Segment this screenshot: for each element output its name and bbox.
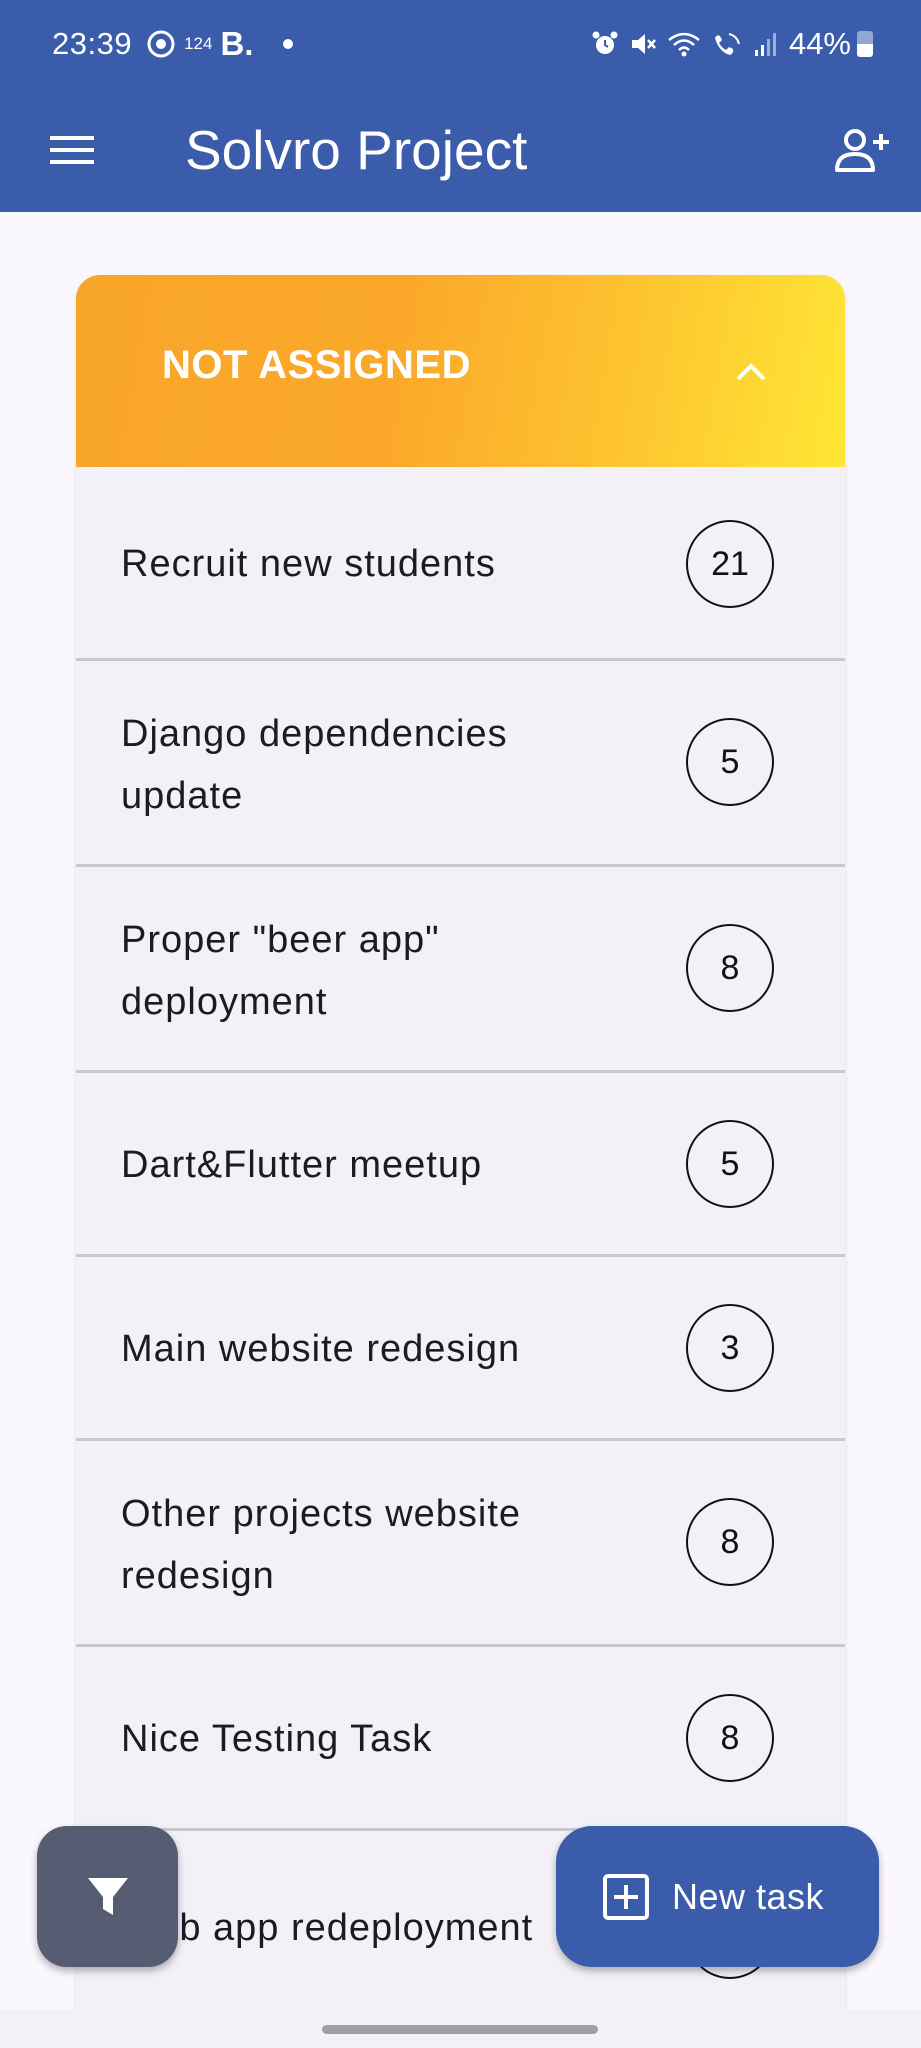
new-task-label: New task (672, 1875, 825, 1917)
status-time: 23:39 (52, 26, 133, 61)
task-points-badge: 8 (686, 1694, 774, 1782)
signal-icon (754, 33, 776, 56)
task-section-card: NOT ASSIGNED Recruit new students 21 Dja… (76, 275, 845, 2035)
section-title: NOT ASSIGNED (162, 343, 471, 387)
menu-button[interactable] (30, 118, 114, 182)
task-title: Django dependencies update (121, 713, 508, 817)
new-task-button[interactable]: New task (556, 1826, 879, 1967)
task-points-badge: 8 (686, 1498, 774, 1586)
wechat-icon (147, 30, 175, 58)
task-points-badge: 3 (686, 1304, 774, 1392)
status-b-icon: B. (220, 25, 254, 62)
app-bar: Solvro Project (0, 88, 921, 212)
task-row[interactable]: Main website redesign 3 (76, 1257, 845, 1441)
page-title: Solvro Project (185, 119, 528, 181)
wifi-icon (668, 32, 700, 57)
filter-icon (87, 1877, 128, 1915)
status-bar: 23:39 124 B. 44% (0, 0, 921, 88)
person-add-icon (835, 129, 889, 172)
menu-icon (50, 136, 94, 164)
chevron-up-icon (736, 363, 766, 381)
collapse-button[interactable] (716, 337, 786, 407)
notification-dot-icon (283, 39, 294, 49)
task-title: Dart&Flutter meetup (121, 1144, 483, 1186)
task-row[interactable]: Nice Testing Task 8 (76, 1647, 845, 1831)
task-points-badge: 8 (686, 924, 774, 1012)
task-title: Main website redesign (121, 1328, 521, 1370)
home-indicator[interactable] (322, 2025, 598, 2034)
task-row[interactable]: Proper "beer app" deployment 8 (76, 867, 845, 1073)
status-small-text: 124 (184, 34, 213, 53)
add-box-icon (603, 1873, 649, 1920)
task-row[interactable]: Django dependencies update 5 (76, 661, 845, 867)
filter-button[interactable] (37, 1826, 178, 1967)
task-points-badge: 5 (686, 718, 774, 806)
task-list: Recruit new students 21 Django dependenc… (76, 467, 845, 2031)
task-row[interactable]: Dart&Flutter meetup 5 (76, 1073, 845, 1257)
battery-percent: 44% (788, 26, 851, 61)
task-points-badge: 5 (686, 1120, 774, 1208)
task-points-badge: 21 (686, 520, 774, 608)
section-header[interactable]: NOT ASSIGNED (76, 275, 845, 467)
mute-icon (631, 34, 656, 54)
task-row[interactable]: Recruit new students 21 (76, 467, 845, 661)
task-title: Recruit new students (121, 543, 496, 585)
status-right: 44% (581, 22, 873, 66)
add-member-button[interactable] (823, 116, 899, 184)
system-nav-bar (0, 2010, 921, 2048)
status-left: 23:39 124 B. (52, 22, 294, 66)
alarm-icon (592, 31, 618, 54)
battery-icon (857, 31, 873, 57)
task-row[interactable]: Other projects website redesign 8 (76, 1441, 845, 1647)
task-title: Proper "beer app" deployment (121, 919, 440, 1023)
task-title: Other projects website redesign (121, 1493, 522, 1597)
wifi-calling-icon (714, 33, 740, 55)
task-title: Nice Testing Task (121, 1718, 433, 1760)
